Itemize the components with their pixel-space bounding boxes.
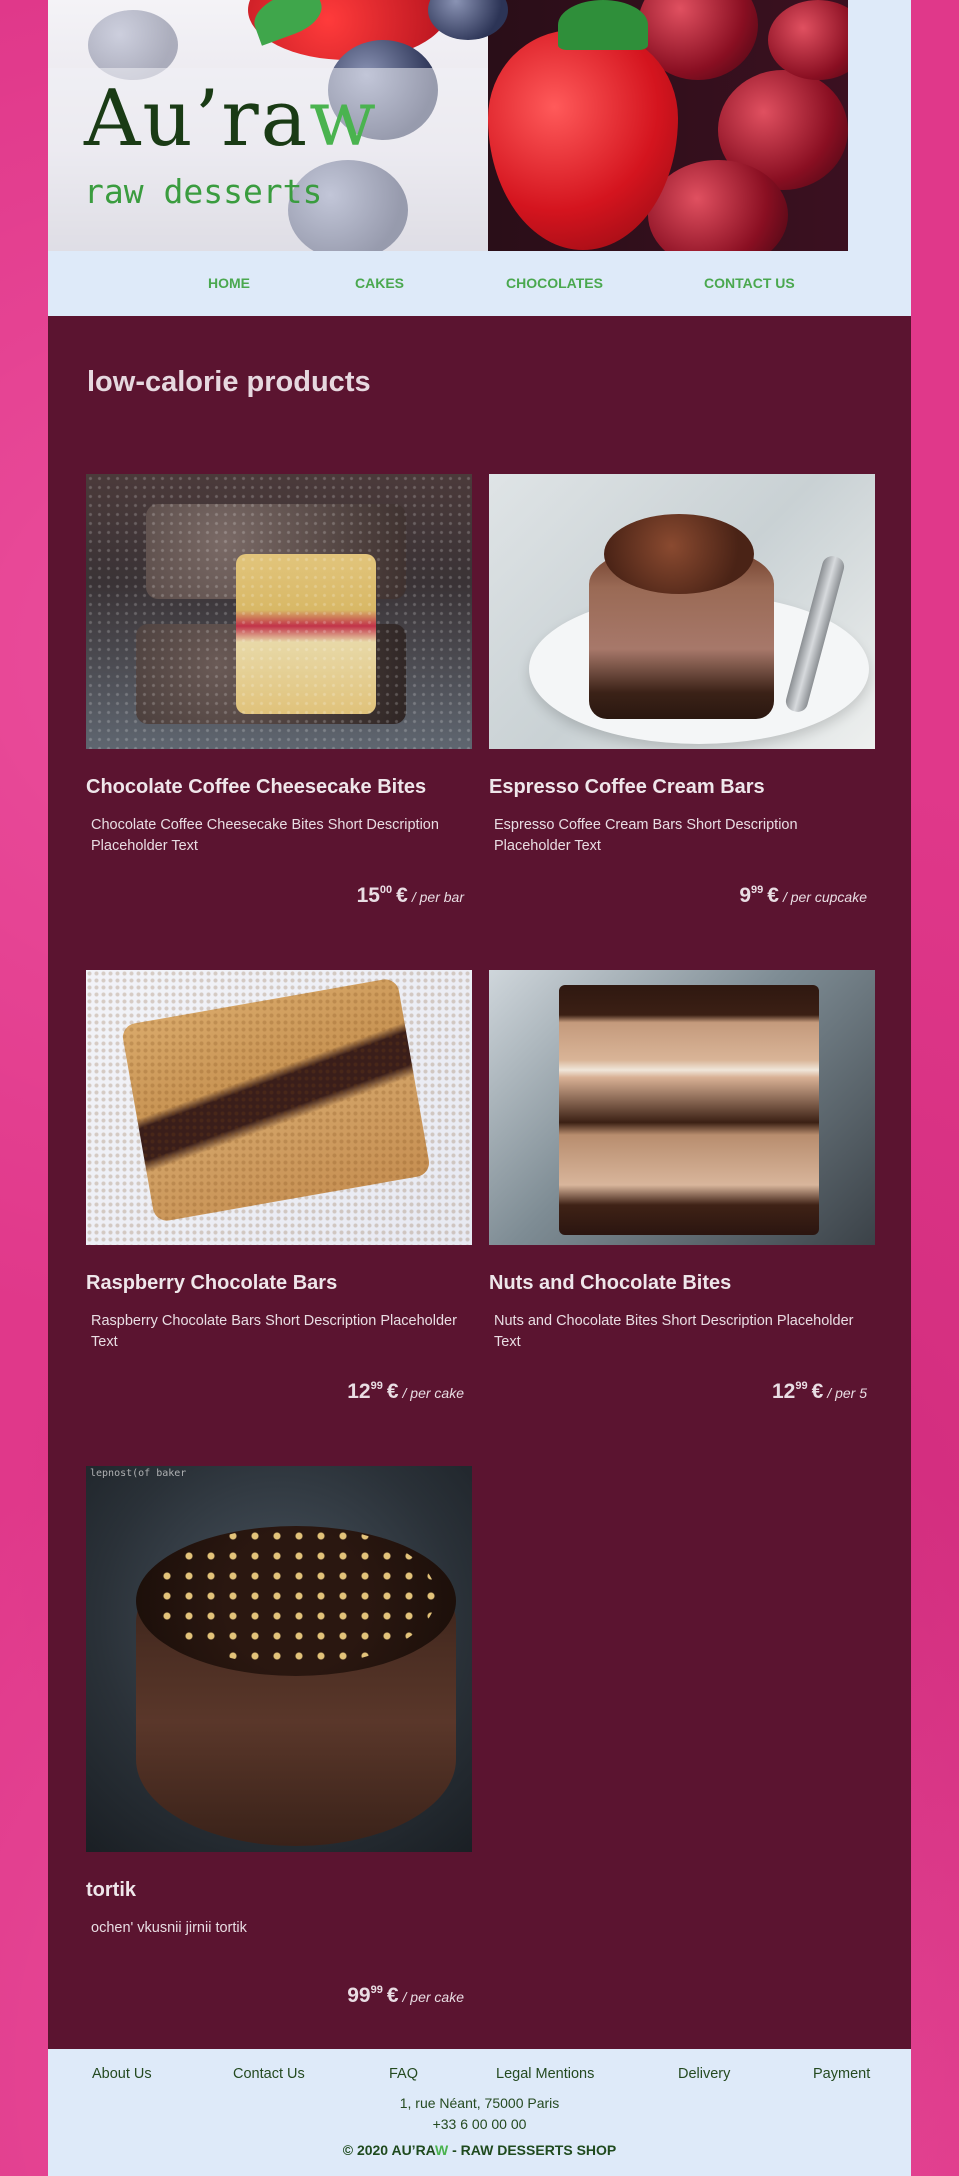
page-container: Au’raw raw desserts HOME CAKES CHOCOLATE…: [48, 0, 911, 2176]
logo-text: Au’ra: [84, 74, 310, 164]
product-image[interactable]: [489, 474, 875, 749]
footer-link-legal-mentions[interactable]: Legal Mentions: [496, 2066, 594, 2082]
product-price: 1299 € / per cake: [347, 1380, 464, 1404]
nav-contact-us[interactable]: CONTACT US: [704, 275, 795, 291]
section-title: low-calorie products: [87, 366, 371, 398]
leaf-shape: [558, 0, 648, 50]
product-price: 9999 € / per cake: [347, 1984, 464, 2008]
price-unit: / per bar: [411, 889, 464, 905]
products-section: low-calorie products Chocolate Coffee Ch…: [48, 316, 911, 2049]
product-description: Espresso Coffee Cream Bars Short Descrip…: [494, 817, 798, 854]
nav-home[interactable]: HOME: [208, 275, 250, 291]
footer-link-payment[interactable]: Payment: [813, 2066, 870, 2082]
nav-cakes[interactable]: CAKES: [355, 275, 404, 291]
product-description: Chocolate Coffee Cheesecake Bites Short …: [91, 817, 439, 854]
image-watermark: lepnost(of baker: [90, 1468, 187, 1479]
price-decimal: 99: [370, 1984, 383, 1996]
nav-chocolates[interactable]: CHOCOLATES: [506, 275, 603, 291]
footer-phone: +33 6 00 00 00: [432, 2116, 527, 2132]
product-card[interactable]: Chocolate Coffee Cheesecake Bites Chocol…: [86, 474, 472, 934]
product-image[interactable]: lepnost(of baker: [86, 1466, 472, 1852]
price-unit: / per cupcake: [782, 889, 867, 905]
price-decimal: 99: [370, 1380, 383, 1392]
product-image[interactable]: [86, 970, 472, 1245]
copyright-suffix: - RAW DESSERTS SHOP: [448, 2142, 617, 2158]
price-unit: / per cake: [402, 1385, 464, 1401]
product-card[interactable]: Nuts and Chocolate Bites Nuts and Chocol…: [489, 970, 875, 1430]
product-title[interactable]: Raspberry Chocolate Bars: [86, 1272, 472, 1295]
price-integer: 9: [739, 884, 751, 907]
price-currency: €: [811, 1380, 824, 1403]
product-description: Nuts and Chocolate Bites Short Descripti…: [494, 1313, 854, 1350]
price-unit: / per 5: [827, 1385, 867, 1401]
price-integer: 15: [356, 884, 380, 907]
price-decimal: 00: [379, 884, 393, 896]
price-integer: 12: [772, 1380, 796, 1403]
product-title[interactable]: Nuts and Chocolate Bites: [489, 1272, 875, 1295]
logo-accent: w: [309, 74, 378, 164]
product-price: 1500 € / per bar: [357, 884, 464, 908]
product-card[interactable]: lepnost(of baker tortik ochen' vkusnii j…: [86, 1466, 472, 2026]
product-title[interactable]: Espresso Coffee Cream Bars: [489, 776, 875, 799]
copyright-prefix: © 2020 AU’RA: [342, 2142, 436, 2158]
main-nav: HOME CAKES CHOCOLATES CONTACT US: [48, 251, 911, 316]
price-integer: 12: [347, 1380, 371, 1403]
product-description: ochen' vkusnii jirnii tortik: [91, 1920, 247, 1936]
product-price: 1299 € / per 5: [772, 1380, 867, 1404]
footer-link-delivery[interactable]: Delivery: [678, 2066, 730, 2082]
price-unit: / per cake: [402, 1989, 464, 2005]
product-image[interactable]: [86, 474, 472, 749]
footer-copyright: © 2020 AU’RAW - RAW DESSERTS SHOP: [48, 2142, 911, 2158]
product-card[interactable]: Raspberry Chocolate Bars Raspberry Choco…: [86, 970, 472, 1430]
footer-link-faq[interactable]: FAQ: [389, 2066, 418, 2082]
site-tagline: raw desserts: [84, 172, 323, 211]
price-integer: 99: [347, 1984, 371, 2007]
site-logo[interactable]: Au’raw: [84, 80, 378, 158]
product-title[interactable]: tortik: [86, 1879, 472, 1902]
header-banner-image: Au’raw raw desserts: [48, 0, 848, 251]
price-currency: €: [396, 884, 408, 907]
product-image[interactable]: [489, 970, 875, 1245]
product-price: 999 € / per cupcake: [739, 884, 867, 908]
price-currency: €: [386, 1984, 399, 2007]
product-title[interactable]: Chocolate Coffee Cheesecake Bites: [86, 776, 472, 799]
price-decimal: 99: [795, 1380, 808, 1392]
price-decimal: 99: [751, 884, 764, 896]
price-currency: €: [386, 1380, 399, 1403]
site-header: Au’raw raw desserts HOME CAKES CHOCOLATE…: [48, 0, 911, 316]
footer-link-about-us[interactable]: About Us: [92, 2066, 152, 2082]
copyright-accent: W: [435, 2142, 449, 2158]
footer-link-contact-us[interactable]: Contact Us: [233, 2066, 305, 2082]
product-card[interactable]: Espresso Coffee Cream Bars Espresso Coff…: [489, 474, 875, 934]
price-currency: €: [767, 884, 779, 907]
product-description: Raspberry Chocolate Bars Short Descripti…: [91, 1313, 457, 1350]
site-footer: About Us Contact Us FAQ Legal Mentions D…: [48, 2049, 911, 2176]
footer-address: 1, rue Néant, 75000 Paris: [399, 2095, 560, 2111]
